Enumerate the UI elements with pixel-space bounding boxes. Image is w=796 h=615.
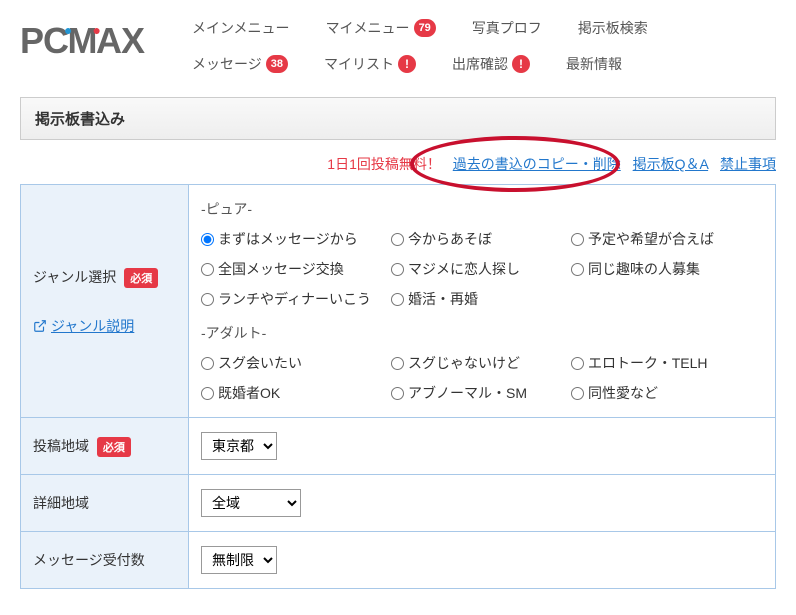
msg-count-select[interactable]: 無制限 [201,546,277,574]
radio-input[interactable] [571,357,584,370]
nav-my-list[interactable]: マイリスト! [306,46,434,82]
nav-message[interactable]: メッセージ38 [174,46,306,82]
radio-label: 既婚者OK [218,383,280,403]
nav-board-search[interactable]: 掲示板検索 [560,10,666,46]
radio-pure-3[interactable]: 全国メッセージ交換 [201,259,391,279]
radio-pure-1[interactable]: 今からあそぼ [391,229,571,249]
genre-label: ジャンル選択 [33,269,116,285]
radio-pure-5[interactable]: 同じ趣味の人募集 [571,259,761,279]
radio-input[interactable] [201,357,214,370]
radio-adult-2[interactable]: エロトーク・TELH [571,353,761,373]
radio-input[interactable] [391,293,404,306]
required-badge: 必須 [97,437,131,457]
msg-count-label-cell: メッセージ受付数 [21,532,189,589]
msg-count-select-cell: 無制限 [189,532,776,589]
radio-adult-3[interactable]: 既婚者OK [201,383,391,403]
radio-label: ランチやディナーいこう [218,289,371,309]
detail-region-select[interactable]: 全域 [201,489,301,517]
radio-pure-4[interactable]: マジメに恋人探し [391,259,571,279]
post-form-table: ジャンル選択 必須 ジャンル説明 -ピュア- まずはメッセージから 今からあそぼ… [20,184,776,589]
msg-count-label: メッセージ受付数 [33,552,145,568]
radio-adult-5[interactable]: 同性愛など [571,383,761,403]
radio-label: スグ会いたい [218,353,302,373]
pure-header: -ピュア- [201,199,763,219]
radio-input[interactable] [391,263,404,276]
nav-label: マイリスト [324,54,394,74]
radio-adult-4[interactable]: アブノーマル・SM [391,383,571,403]
radio-adult-1[interactable]: スグじゃないけど [391,353,571,373]
logo: PC●M●AX [20,10,144,62]
radio-label: 同じ趣味の人募集 [588,259,700,279]
nav-label: 出席確認 [452,54,508,74]
links-bar: 1日1回投稿無料！ 過去の書込のコピー・削除 掲示板Q＆A 禁止事項 [0,150,796,184]
region-label-cell: 投稿地域 必須 [21,418,189,475]
nav-label: 最新情報 [566,54,622,74]
nav-label: メッセージ [192,54,262,74]
radio-label: 婚活・再婚 [408,289,478,309]
radio-pure-0[interactable]: まずはメッセージから [201,229,391,249]
radio-label: スグじゃないけど [408,353,520,373]
radio-label: マジメに恋人探し [408,259,520,279]
page-title: 掲示板書込み [20,97,776,140]
board-qa-link[interactable]: 掲示板Q＆A [633,156,708,172]
radio-label: 予定や希望が合えば [588,229,714,249]
badge-alert: ! [512,55,530,73]
nav-label: 写真プロフ [472,18,542,38]
region-select[interactable]: 東京都 [201,432,277,460]
free-post-text: 1日1回投稿無料！ [327,156,441,172]
badge-alert: ! [398,55,416,73]
nav-latest-info[interactable]: 最新情報 [548,46,640,82]
radio-pure-6[interactable]: ランチやディナーいこう [201,289,391,309]
detail-region-select-cell: 全域 [189,475,776,532]
copy-delete-link[interactable]: 過去の書込のコピー・削除 [453,156,621,172]
nav-main-menu[interactable]: メインメニュー [174,10,308,46]
radio-input[interactable] [391,233,404,246]
radio-input[interactable] [391,387,404,400]
nav-label: メインメニュー [192,18,290,38]
nav-label: 掲示板検索 [578,18,648,38]
explain-text: ジャンル説明 [51,316,134,336]
genre-options-cell: -ピュア- まずはメッセージから 今からあそぼ 予定や希望が合えば 全国メッセー… [189,185,776,418]
main-nav: メインメニュー マイメニュー79 写真プロフ 掲示板検索 メッセージ38 マイリ… [174,10,776,82]
nav-label: マイメニュー [326,18,410,38]
radio-input[interactable] [391,357,404,370]
region-select-cell: 東京都 [189,418,776,475]
radio-label: アブノーマル・SM [408,383,527,403]
nav-my-menu[interactable]: マイメニュー79 [308,10,454,46]
radio-adult-0[interactable]: スグ会いたい [201,353,391,373]
detail-region-label: 詳細地域 [33,495,89,511]
radio-input[interactable] [201,293,214,306]
radio-pure-7[interactable]: 婚活・再婚 [391,289,571,309]
radio-label: エロトーク・TELH [588,353,708,373]
nav-photo-profile[interactable]: 写真プロフ [454,10,560,46]
detail-region-label-cell: 詳細地域 [21,475,189,532]
radio-input[interactable] [201,387,214,400]
radio-input[interactable] [571,233,584,246]
radio-input[interactable] [571,263,584,276]
radio-input[interactable] [571,387,584,400]
badge-count: 38 [266,55,288,73]
radio-pure-2[interactable]: 予定や希望が合えば [571,229,761,249]
region-label: 投稿地域 [33,438,89,454]
external-link-icon [33,319,47,333]
genre-label-cell: ジャンル選択 必須 ジャンル説明 [21,185,189,418]
radio-label: まずはメッセージから [218,229,358,249]
badge-count: 79 [414,19,436,37]
nav-attendance[interactable]: 出席確認! [434,46,548,82]
radio-label: 今からあそぼ [408,229,492,249]
radio-label: 同性愛など [588,383,658,403]
adult-header: -アダルト- [201,323,763,343]
radio-input[interactable] [201,233,214,246]
genre-explain-link[interactable]: ジャンル説明 [33,316,134,336]
required-badge: 必須 [124,268,158,288]
radio-label: 全国メッセージ交換 [218,259,344,279]
radio-input[interactable] [201,263,214,276]
prohibited-link[interactable]: 禁止事項 [720,156,776,172]
